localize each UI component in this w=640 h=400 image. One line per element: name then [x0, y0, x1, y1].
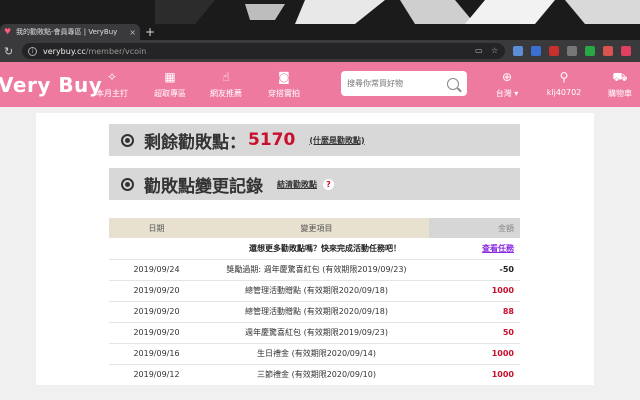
new-tab-button[interactable]: +: [145, 24, 155, 40]
page: ♥ 我的勸敗點-會員專區 | VeryBuy × + ↻ i verybuy.c…: [0, 0, 640, 400]
nav-label: 超取專區: [154, 89, 186, 98]
points-history-table: 日期 變更項目 金額 還想更多勸敗點嗎？快來完成活動任務吧！ 查看任務 2019…: [109, 218, 520, 385]
promo-row: 還想更多勸敗點嗎？快來完成活動任務吧！ 查看任務: [109, 238, 520, 260]
translate-extension-icon[interactable]: [531, 46, 541, 56]
row-date: 2019/09/20: [109, 322, 204, 344]
cart-icon: ⛟: [612, 70, 628, 84]
row-date: 2019/09/20: [109, 280, 204, 302]
settle-points-link[interactable]: 結清勸敗點: [277, 179, 317, 190]
reload-icon[interactable]: ↻: [4, 45, 16, 58]
tab-close-icon[interactable]: ×: [129, 28, 136, 37]
verybuy-favicon-icon: ♥: [4, 27, 12, 36]
row-date: 2019/09/16: [109, 343, 204, 365]
row-amount: 1000: [429, 343, 520, 365]
table-row: 2019/09/24 獎勵過期: 週年慶驚喜紅包 (有效期限2019/09/23…: [109, 259, 520, 281]
column-item: 變更項目: [204, 218, 429, 238]
row-date: 2019/09/24: [109, 259, 204, 281]
search-icon[interactable]: [447, 77, 459, 90]
balance-label: 剩餘勸敗點：: [144, 132, 246, 153]
row-item: 生日禮金 (有效期限2020/09/14): [204, 343, 429, 365]
balance-section: 剩餘勸敗點： 5170 (什麼是勸敗點): [109, 124, 520, 156]
region-selector[interactable]: ⊕ 台灣 ▾: [481, 70, 533, 99]
download-extension-icon[interactable]: [513, 46, 523, 56]
balance-points: 5170: [248, 130, 296, 150]
row-amount: 50: [429, 322, 520, 344]
row-date: 2019/09/12: [109, 364, 204, 385]
row-item: 獎勵過期: 週年慶驚喜紅包 (有效期限2019/09/23): [204, 259, 429, 281]
green-extension-icon[interactable]: [585, 46, 595, 56]
store-icon: ▦: [164, 70, 176, 84]
search-input[interactable]: [347, 79, 447, 88]
table-row: 2019/09/20 總管理活動贈點 (有效期限2020/09/18) 88: [109, 301, 520, 323]
table-row: 2019/09/12 三節禮金 (有效期限2020/09/10) 1000: [109, 364, 520, 385]
desktop-wallpaper: [155, 0, 640, 24]
section-bullet-icon: [121, 133, 134, 147]
shield-extension-icon[interactable]: [567, 46, 577, 56]
browser-toolbar: ↻ i verybuy.cc/member/vcoin ▭ ☆: [0, 40, 640, 62]
section-bullet-icon: [121, 177, 134, 191]
row-amount: -50: [429, 259, 520, 281]
user-icon: ⚲: [559, 70, 569, 84]
profile-icon[interactable]: [621, 46, 631, 56]
tab-title: 我的勸敗點-會員專區 | VeryBuy: [16, 28, 118, 36]
table-row: 2019/09/20 總管理活動贈點 (有效期限2020/09/18) 1000: [109, 280, 520, 302]
site-header: Very Buy ✧ 本月主打 ▦ 超取專區 ☝ 網友推薦 ◙ 穿搭實拍 ⊕ 台…: [0, 62, 640, 107]
extensions-bar: [513, 46, 639, 56]
url-path: /member/vcoin: [85, 46, 147, 56]
table-row: 2019/09/16 生日禮金 (有效期限2020/09/14) 1000: [109, 343, 520, 365]
main-content: 剩餘勸敗點： 5170 (什麼是勸敗點) 勸敗點變更記錄 結清勸敗點 ? 日期 …: [0, 107, 640, 400]
row-item: 總管理活動贈點 (有效期限2020/09/18): [204, 280, 429, 302]
view-tasks-link[interactable]: 查看任務: [482, 244, 514, 253]
search-box[interactable]: [341, 71, 467, 96]
browser-tabstrip: ♥ 我的勸敗點-會員專區 | VeryBuy × +: [0, 0, 640, 40]
url-host: verybuy.cc: [43, 46, 86, 56]
promo-cell: 還想更多勸敗點嗎？快來完成活動任務吧！: [109, 238, 429, 260]
url-text[interactable]: verybuy.cc/member/vcoin: [43, 47, 467, 56]
nav-outfit-photos[interactable]: ◙ 穿搭實拍: [258, 70, 310, 99]
row-amount: 1000: [429, 364, 520, 385]
address-bar[interactable]: i verybuy.cc/member/vcoin ▭ ☆: [22, 43, 505, 59]
history-section: 勸敗點變更記錄 結清勸敗點 ?: [109, 168, 520, 200]
nav-label: 本月主打: [96, 89, 128, 98]
nav-label: 網友推薦: [210, 89, 242, 98]
column-amount: 金額: [429, 218, 520, 238]
row-amount: 88: [429, 301, 520, 323]
cart-label: 購物車: [608, 89, 632, 98]
username: klj40702: [546, 88, 582, 97]
promo-text: 還想更多勸敗點嗎？快來完成活動任務吧！: [249, 243, 401, 253]
globe-icon: ⊕: [501, 70, 513, 84]
member-panel: 剩餘勸敗點： 5170 (什麼是勸敗點) 勸敗點變更記錄 結清勸敗點 ? 日期 …: [36, 113, 594, 385]
row-amount: 1000: [429, 280, 520, 302]
cast-icon[interactable]: ▭: [475, 47, 483, 55]
row-item: 週年慶驚喜紅包 (有效期限2019/09/23): [204, 322, 429, 344]
row-item: 總管理活動贈點 (有效期限2020/09/18): [204, 301, 429, 323]
nav-monthly-highlights[interactable]: ✧ 本月主打: [86, 70, 138, 99]
row-date: 2019/09/20: [109, 301, 204, 323]
red-extension-icon[interactable]: [549, 46, 559, 56]
table-row: 2019/09/20 週年慶驚喜紅包 (有效期限2019/09/23) 50: [109, 322, 520, 344]
camera-icon: ◙: [278, 70, 290, 84]
sparkle-icon: ✧: [106, 70, 118, 84]
user-menu[interactable]: ⚲ klj40702: [538, 70, 590, 97]
opera-extension-icon[interactable]: [603, 46, 613, 56]
nav-pickup-zone[interactable]: ▦ 超取專區: [144, 70, 196, 99]
history-title: 勸敗點變更記錄: [144, 176, 263, 197]
what-is-points-link[interactable]: (什麼是勸敗點): [309, 135, 364, 146]
help-icon[interactable]: ?: [323, 178, 334, 190]
row-item: 三節禮金 (有效期限2020/09/10): [204, 364, 429, 385]
region-label: 台灣 ▾: [495, 89, 519, 98]
site-info-icon[interactable]: i: [28, 46, 37, 56]
bookmark-star-icon[interactable]: ☆: [491, 47, 499, 55]
column-date: 日期: [109, 218, 204, 238]
promo-link-cell: 查看任務: [429, 238, 520, 260]
nav-label: 穿搭實拍: [268, 89, 300, 98]
table-header: 日期 變更項目 金額: [109, 218, 520, 238]
region-text: 台灣: [495, 89, 512, 98]
nav-user-recommendations[interactable]: ☝ 網友推薦: [200, 70, 252, 99]
thumbs-up-icon: ☝: [222, 70, 230, 84]
cart-button[interactable]: ⛟ 購物車: [596, 70, 640, 99]
browser-tab-active[interactable]: ♥ 我的勸敗點-會員專區 | VeryBuy ×: [0, 24, 140, 40]
